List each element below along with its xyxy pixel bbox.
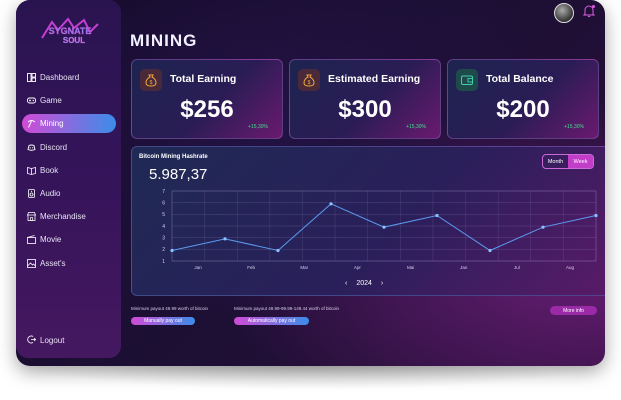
sidebar-item-label: Book	[40, 165, 59, 175]
card-delta: +15,30%	[248, 124, 268, 130]
svg-text:$: $	[150, 80, 153, 86]
y-tick-label: 7	[162, 189, 165, 195]
sidebar-item-dashboard[interactable]: Dashboard	[22, 68, 116, 87]
store-icon	[27, 212, 36, 222]
y-tick-label: 6	[162, 200, 165, 206]
sidebar-item-label: Merchandise	[40, 212, 86, 222]
logout-icon	[27, 335, 37, 346]
y-tick-label: 5	[162, 212, 165, 218]
year-navigator: ‹ 2024 ›	[345, 280, 383, 287]
data-point	[170, 248, 174, 253]
manual-payout-button[interactable]: Manually pay out	[131, 317, 195, 325]
sidebar-item-movie[interactable]: Movie	[22, 230, 116, 249]
card-delta: +15,30%	[406, 124, 426, 130]
sidebar: SYGNATE SOUL Dashboard Game Mining Disco…	[16, 0, 121, 358]
discord-icon	[27, 143, 36, 152]
card-value: $256	[180, 96, 234, 123]
sidebar-item-game[interactable]: Game	[22, 91, 116, 110]
wallet-icon	[456, 69, 478, 91]
x-tick-label: Feb	[247, 265, 255, 270]
x-tick-label: Apr	[354, 265, 362, 270]
x-tick-label: Mar	[300, 265, 308, 270]
y-tick-label: 2	[162, 247, 165, 253]
x-tick-label: Jul	[514, 265, 520, 270]
money-bag-icon: $	[298, 69, 320, 91]
sidebar-item-book[interactable]: Book	[22, 161, 116, 180]
app-logo[interactable]: SYGNATE SOUL	[38, 16, 102, 46]
data-point	[329, 202, 333, 206]
sidebar-item-label: Mining	[40, 119, 64, 129]
chevron-left-icon[interactable]: ‹	[345, 280, 347, 287]
card-title: Estimated Earning	[328, 73, 421, 85]
svg-text:SOUL: SOUL	[63, 36, 85, 45]
avatar[interactable]	[554, 3, 574, 23]
image-icon	[27, 258, 36, 268]
sidebar-item-mining[interactable]: Mining	[22, 114, 116, 134]
y-tick-label: 3	[162, 235, 165, 241]
more-info-button[interactable]: More info	[550, 306, 597, 315]
data-point	[276, 248, 280, 253]
manual-payout-note: Minimum payout 49.99 worth of bitcoin	[131, 306, 209, 311]
estimated-earning-card: $ Estimated Earning $300 +15,30%	[289, 59, 441, 139]
logout-button[interactable]: Logout	[27, 335, 64, 346]
x-tick-label: Jan	[194, 265, 202, 270]
dashboard-icon	[27, 73, 36, 82]
page-title: MINING	[130, 31, 198, 50]
auto-payout-button[interactable]: Automatically pay out	[234, 317, 309, 325]
x-tick-label: Jan	[460, 265, 468, 270]
svg-text:SYGNATE: SYGNATE	[49, 26, 92, 36]
book-icon	[27, 166, 36, 175]
sidebar-item-discord[interactable]: Discord	[22, 138, 116, 157]
sidebar-item-label: Discord	[40, 142, 68, 152]
data-point	[223, 237, 227, 241]
movie-icon	[27, 235, 36, 245]
y-tick-label: 4	[162, 224, 165, 230]
data-point	[382, 225, 386, 229]
y-tick-label: 1	[162, 259, 165, 265]
card-delta: +15,30%	[564, 124, 584, 130]
x-tick-label: Mai	[407, 265, 414, 270]
sidebar-item-audio[interactable]: Audio	[22, 184, 116, 203]
chevron-right-icon[interactable]: ›	[381, 280, 383, 287]
sidebar-item-label: Dashboard	[40, 73, 80, 82]
sidebar-item-assets[interactable]: Asset's	[22, 254, 116, 273]
pickaxe-icon	[27, 119, 36, 129]
year-label: 2024	[356, 280, 372, 287]
bell-icon[interactable]	[582, 4, 596, 18]
money-bag-icon: $	[140, 69, 162, 91]
card-value: $300	[338, 96, 392, 123]
data-point	[541, 225, 545, 229]
hashrate-line-chart: 1 2 3 4 5 6 7 Jan Feb Mar Apr Mai Jan Jul Aug	[162, 189, 598, 270]
sidebar-item-label: Asset's	[40, 258, 66, 268]
sidebar-item-label: Game	[40, 96, 62, 106]
logout-label: Logout	[40, 336, 65, 345]
gamepad-icon	[27, 96, 36, 105]
svg-text:$: $	[308, 80, 311, 86]
sidebar-item-label: Movie	[40, 235, 62, 245]
sidebar-item-merchandise[interactable]: Merchandise	[22, 207, 116, 226]
audio-icon	[27, 189, 36, 198]
auto-payout-note: Minimum payout 49.99-99.99-149.44 worth …	[234, 306, 340, 311]
app-window: SYGNATE SOUL Dashboard Game Mining Disco…	[16, 0, 605, 366]
hashrate-chart-panel: Bitcoin Mining Hashrate 5.987,37 Month W…	[131, 146, 605, 296]
data-point	[488, 248, 492, 253]
data-point	[435, 213, 439, 218]
data-point	[594, 213, 598, 218]
x-tick-label: Aug	[566, 265, 575, 270]
total-earning-card: $ Total Earning $256 +15,30%	[131, 59, 283, 139]
sidebar-item-label: Audio	[40, 188, 61, 198]
card-title: Total Balance	[486, 73, 554, 85]
sidebar-nav: Dashboard Game Mining Discord Book Audio	[22, 68, 116, 277]
card-value: $200	[496, 96, 550, 123]
card-title: Total Earning	[170, 73, 237, 85]
total-balance-card: Total Balance $200 +15,30%	[447, 59, 599, 139]
